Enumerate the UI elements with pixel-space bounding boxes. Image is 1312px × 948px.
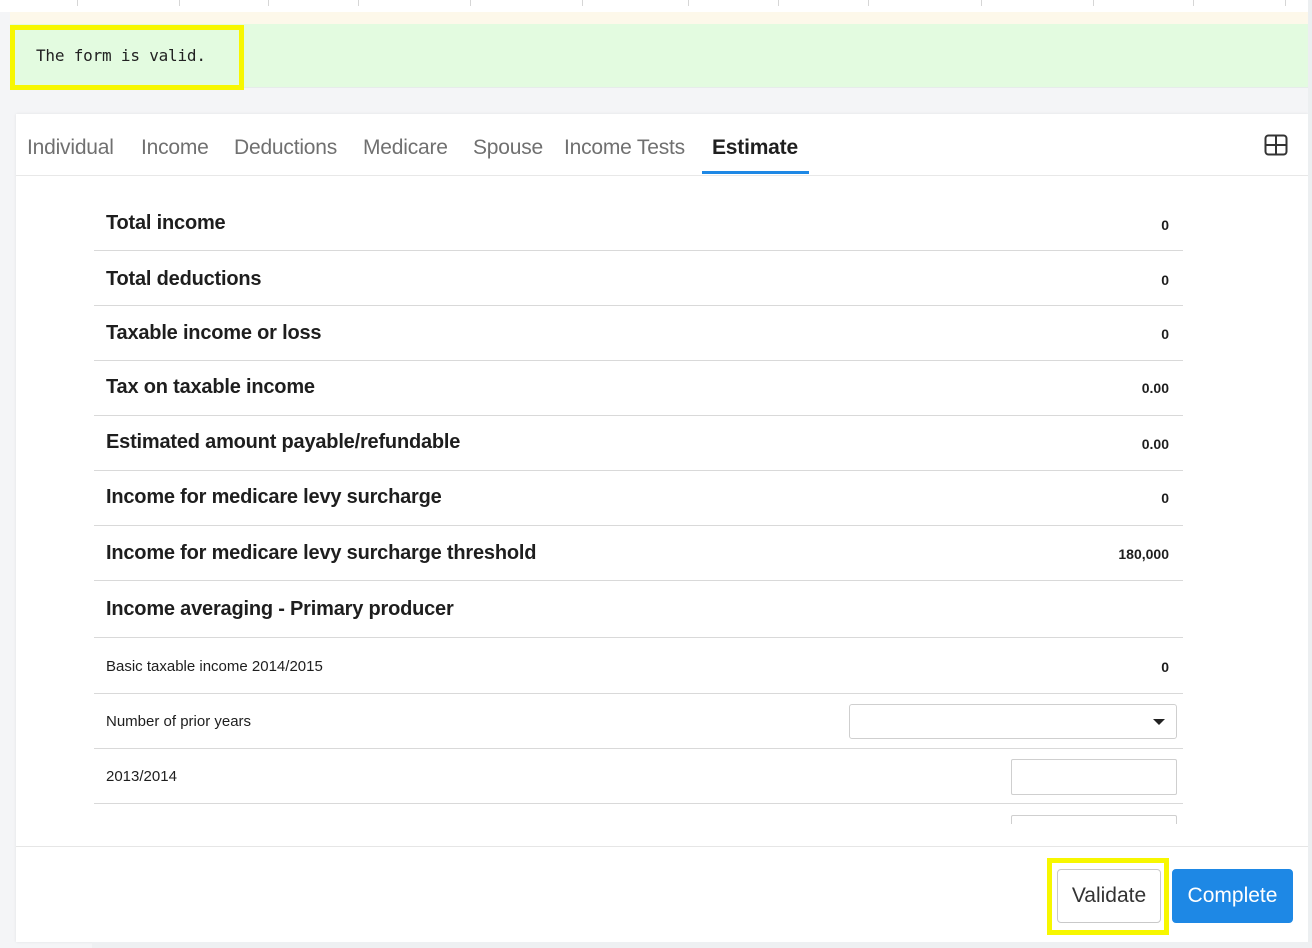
tab-bar: Individual Income Deductions Medicare Sp… [16, 114, 1308, 176]
column-divider [358, 0, 359, 6]
row-value: 0 [1161, 326, 1169, 342]
tab-deductions[interactable]: Deductions [234, 136, 337, 160]
tab-estimate[interactable]: Estimate [712, 136, 798, 160]
notification-strip [10, 12, 1312, 24]
row-label: Tax on taxable income [106, 376, 315, 398]
column-divider [778, 0, 779, 6]
row-label: 2013/2014 [106, 768, 177, 785]
form-footer: Validate Complete [16, 846, 1308, 942]
prior-years-row: Number of prior years [94, 694, 1183, 749]
tab-individual[interactable]: Individual [27, 136, 114, 160]
grid-layout-icon[interactable] [1264, 134, 1288, 156]
income-averaging-heading: Income averaging - Primary producer [94, 581, 1183, 638]
summary-row-medicare-surcharge-threshold: Income for medicare levy surcharge thres… [94, 526, 1183, 581]
row-value: 0 [1161, 272, 1169, 288]
prior-year-row: 2013/2014 [94, 749, 1183, 804]
next-year-input[interactable] [1011, 815, 1177, 824]
row-label: Number of prior years [106, 713, 252, 730]
tab-medicare[interactable]: Medicare [363, 136, 448, 160]
prior-year-income-input[interactable] [1011, 759, 1177, 795]
row-label: Income for medicare levy surcharge thres… [106, 542, 537, 564]
top-strip [0, 0, 1312, 12]
column-divider [470, 0, 471, 6]
prior-years-select[interactable] [849, 704, 1177, 739]
active-tab-indicator [702, 171, 809, 174]
column-divider [688, 0, 689, 6]
summary-row-taxable-income: Taxable income or loss 0 [94, 306, 1183, 361]
window-edge [92, 942, 1312, 948]
summary-row-medicare-surcharge-income: Income for medicare levy surcharge 0 [94, 471, 1183, 526]
validation-alert: The form is valid. [10, 24, 1312, 88]
summary-row-total-deductions: Total deductions 0 [94, 251, 1183, 306]
validate-button[interactable]: Validate [1057, 869, 1161, 923]
tab-income-tests[interactable]: Income Tests [564, 136, 685, 160]
column-divider [582, 0, 583, 6]
summary-row-tax-on-taxable-income: Tax on taxable income 0.00 [94, 361, 1183, 416]
row-label: Total income [106, 212, 226, 234]
estimate-summary: Total income 0 Total deductions 0 Taxabl… [94, 196, 1183, 824]
chevron-down-icon [1153, 719, 1165, 725]
summary-row-estimated-amount: Estimated amount payable/refundable 0.00 [94, 416, 1183, 471]
section-heading: Income averaging - Primary producer [106, 598, 454, 620]
row-label: Taxable income or loss [106, 322, 322, 344]
column-divider [868, 0, 869, 6]
row-value: 0 [1161, 659, 1169, 675]
column-divider [179, 0, 180, 6]
column-divider [268, 0, 269, 6]
row-value: 0 [1161, 217, 1169, 233]
row-value: 0.00 [1141, 380, 1169, 396]
complete-button[interactable]: Complete [1172, 869, 1293, 923]
window-edge [1308, 0, 1312, 948]
alert-message: The form is valid. [36, 46, 206, 65]
column-divider [1285, 0, 1286, 6]
summary-row-total-income: Total income 0 [94, 196, 1183, 251]
row-label: Income for medicare levy surcharge [106, 486, 442, 508]
row-value: 180,000 [1118, 546, 1169, 562]
tab-spouse[interactable]: Spouse [473, 136, 543, 160]
form-card: Individual Income Deductions Medicare Sp… [16, 114, 1308, 942]
row-value: 0.00 [1141, 436, 1169, 452]
column-divider [77, 0, 78, 6]
row-label: Estimated amount payable/refundable [106, 431, 461, 453]
column-divider [1093, 0, 1094, 6]
column-divider [1193, 0, 1194, 6]
row-label: Basic taxable income 2014/2015 [106, 658, 323, 675]
row-value: 0 [1161, 490, 1169, 506]
row-label: Total deductions [106, 268, 262, 290]
column-divider [981, 0, 982, 6]
basic-taxable-income-row: Basic taxable income 2014/2015 0 [94, 638, 1183, 694]
tab-income[interactable]: Income [141, 136, 209, 160]
